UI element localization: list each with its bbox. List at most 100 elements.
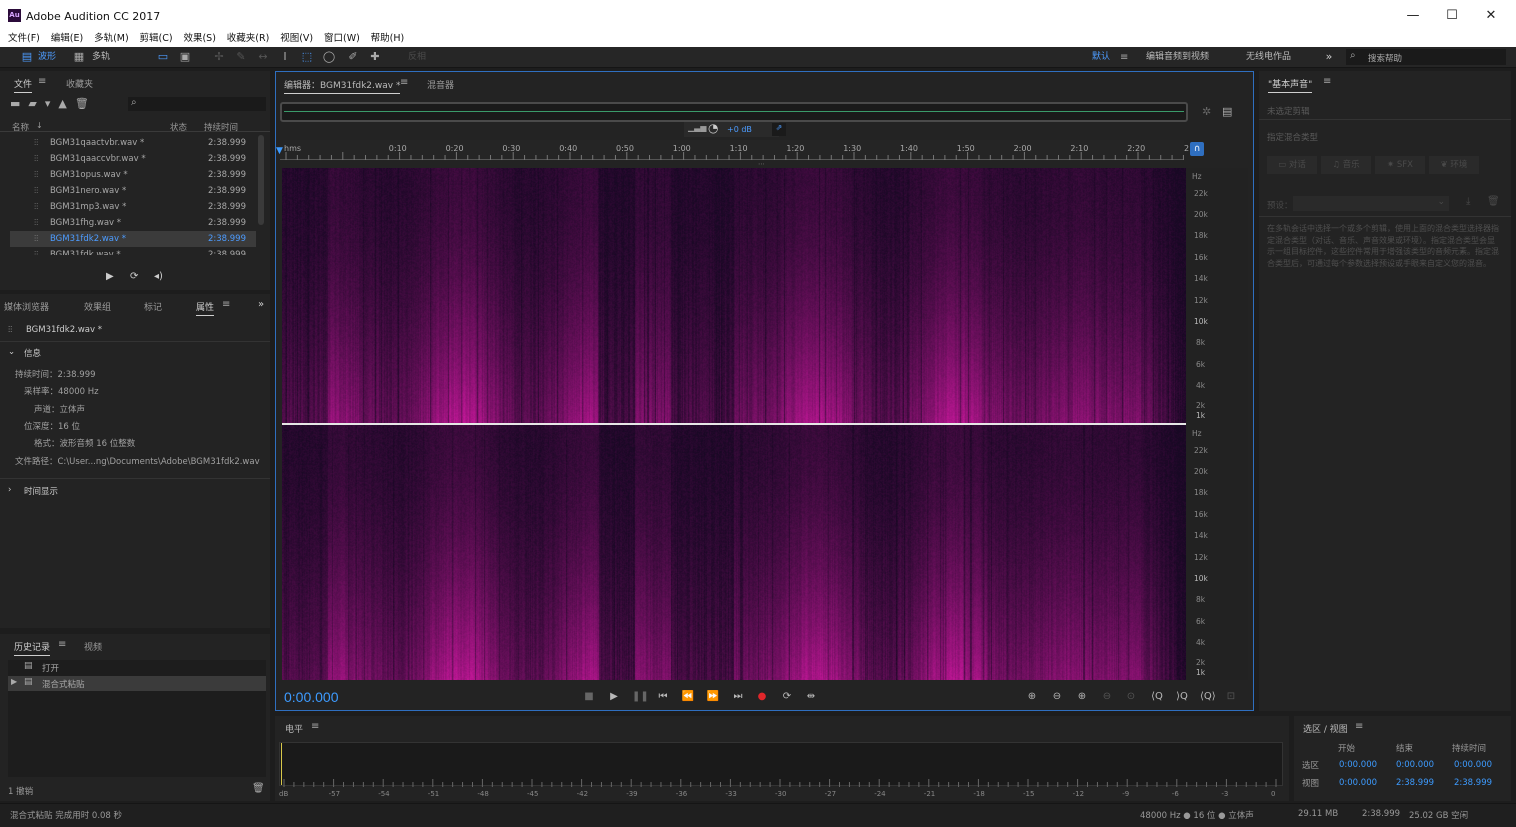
lasso-tool-icon[interactable]: ◯ (322, 50, 336, 64)
maximize-button[interactable]: ☐ (1437, 6, 1467, 26)
timeline-ruler[interactable]: hms 0:10 0:20 0:30 0:40 0:50 1:00 1:10 1:20 1:30 1… (280, 140, 1514, 160)
history-item-selected[interactable]: ▶ ▤ 混合式粘贴 (8, 676, 266, 691)
import-icon[interactable]: ▰ (28, 97, 44, 110)
menu-effects[interactable]: 效果(S) (183, 32, 215, 46)
file-list-scrollbar[interactable] (258, 135, 264, 225)
type-sfx-button[interactable]: ✷ SFX (1375, 156, 1425, 174)
zoom-settings-icon[interactable]: ✲ (1202, 105, 1211, 118)
selection-start[interactable]: 0:00.000 (1339, 760, 1377, 770)
view-duration[interactable]: 2:38.999 (1454, 778, 1492, 788)
file-row[interactable]: ⫶⫶ BGM31nero.wav * 2:38.999 (10, 183, 256, 199)
tab-files[interactable]: 文件 (14, 77, 33, 93)
properties-menu-icon[interactable]: ≡ (222, 299, 230, 310)
history-menu-icon[interactable]: ≡ (58, 639, 66, 650)
essential-sound-menu-icon[interactable]: ≡ (1323, 76, 1331, 87)
rewind-icon[interactable]: ⏪ (681, 690, 695, 704)
tab-favorites[interactable]: 收藏夹 (66, 77, 93, 90)
files-search-input[interactable]: ⌕ (128, 97, 266, 111)
levels-menu-icon[interactable]: ≡ (311, 721, 319, 732)
razor-tool-icon[interactable]: ✎ (234, 50, 248, 64)
zoom-out-time-icon[interactable]: ⊖ (1100, 690, 1114, 704)
files-menu-icon[interactable]: ≡ (38, 76, 46, 87)
go-to-start-icon[interactable]: ⏮ (656, 690, 670, 704)
spot-healing-tool-icon[interactable]: ✚ (368, 50, 382, 64)
insert-icon[interactable]: ▾ (45, 97, 59, 110)
tab-markers[interactable]: 标记 (144, 300, 162, 313)
waveform-mode-button[interactable]: 波形 (38, 50, 56, 65)
record-icon[interactable]: ● (755, 690, 769, 704)
play-icon[interactable]: ▶ (607, 690, 621, 704)
skip-selection-icon[interactable]: ⇹ (804, 690, 818, 704)
workspace-menu-icon[interactable]: ≡ (1120, 52, 1128, 63)
zoom-out-amplitude-icon[interactable]: ⊖ (1050, 690, 1064, 704)
history-item[interactable]: 打开 (42, 662, 59, 674)
zoom-reset-icon[interactable]: ⊡ (1224, 690, 1238, 704)
tab-editor[interactable]: 编辑器：BGM31fdk2.wav * (284, 78, 401, 94)
gain-value[interactable]: +0 dB (727, 125, 752, 134)
file-row[interactable]: ⫶⫶ BGM31qaaccvbr.wav * 2:38.999 (10, 151, 256, 167)
search-help-field[interactable]: ⌕ 搜索帮助 (1346, 49, 1506, 65)
new-file-icon[interactable]: ▲ (58, 97, 74, 110)
brush-tool-icon[interactable]: ✐ (346, 50, 360, 64)
delete-preset-icon[interactable]: 🗑 (1487, 196, 1500, 207)
preview-volume-icon[interactable]: ◂) (154, 271, 163, 282)
more-workspaces-icon[interactable]: » (1322, 50, 1336, 64)
open-folder-icon[interactable]: ▬ (10, 97, 28, 110)
file-row-selected[interactable]: ⫶⫶ BGM31fdk2.wav * 2:38.999 (10, 231, 256, 247)
editor-menu-icon[interactable]: ≡ (400, 77, 408, 88)
loop-playback-icon[interactable]: ⟳ (780, 690, 794, 704)
file-row[interactable]: ⫶⫶ BGM31opus.wav * 2:38.999 (10, 167, 256, 183)
chevron-down-icon[interactable]: ⌄ (8, 347, 15, 357)
chevron-right-icon[interactable]: › (8, 485, 11, 495)
pause-icon[interactable]: ❚❚ (632, 690, 649, 704)
marquee-tool-icon[interactable]: ⬚ (300, 50, 314, 64)
selection-duration[interactable]: 0:00.000 (1454, 760, 1492, 770)
more-panels-icon[interactable]: » (258, 299, 264, 310)
zoom-in-point-icon[interactable]: ⟨Q (1150, 690, 1164, 704)
volume-knob-icon[interactable]: ◔ (708, 121, 718, 135)
zoom-out-point-icon[interactable]: ⟩Q (1175, 690, 1189, 704)
workspace-video-edit[interactable]: 编辑音频到视频 (1146, 50, 1209, 65)
snap-icon[interactable]: ∩ (1190, 142, 1204, 156)
tab-properties[interactable]: 属性 (196, 300, 215, 316)
file-row[interactable]: ⫶⫶ BGM31fhg.wav * 2:38.999 (10, 215, 256, 231)
time-display-section[interactable]: 时间显示 (24, 485, 58, 497)
trash-icon[interactable]: 🗑 (252, 783, 265, 794)
menu-help[interactable]: 帮助(H) (371, 32, 405, 46)
multitrack-mode-button[interactable]: 多轨 (92, 50, 110, 65)
move-tool-icon[interactable]: ✢ (212, 50, 226, 64)
menu-edit[interactable]: 编辑(E) (51, 32, 83, 46)
delete-file-icon[interactable]: 🗑 (75, 97, 97, 110)
menu-multitrack[interactable]: 多轨(M) (94, 32, 129, 46)
tab-history[interactable]: 历史记录 (14, 640, 51, 656)
menu-favorites[interactable]: 收藏夹(R) (227, 32, 270, 46)
preset-dropdown[interactable]: ⌄ (1293, 196, 1449, 211)
file-row[interactable]: ⫶⫶ BGM31fdk.wav * 2:38.999 (10, 247, 256, 255)
overview-bar[interactable] (280, 102, 1188, 122)
workspace-default[interactable]: 默认 (1092, 50, 1110, 65)
playhead-marker-icon[interactable]: ▼ (276, 146, 283, 156)
menu-file[interactable]: 文件(F) (8, 32, 40, 46)
fast-forward-icon[interactable]: ⏩ (706, 690, 720, 704)
selection-menu-icon[interactable]: ≡ (1355, 721, 1363, 732)
left-channel-spectrogram[interactable] (282, 168, 1186, 423)
tab-media-browser[interactable]: 媒体浏览器 (4, 300, 49, 313)
info-section-header[interactable]: 信息 (24, 347, 41, 359)
current-time-display[interactable]: 0:00.000 (284, 689, 339, 705)
menu-clip[interactable]: 剪辑(C) (140, 32, 173, 46)
workspace-radio[interactable]: 无线电作品 (1246, 50, 1291, 65)
close-button[interactable]: ✕ (1476, 6, 1506, 26)
type-ambience-button[interactable]: ❦ 环境 (1429, 156, 1479, 174)
preview-loop-icon[interactable]: ⟳ (130, 271, 138, 282)
zoom-selection-icon[interactable]: ⊙ (1124, 690, 1138, 704)
selection-end[interactable]: 0:00.000 (1396, 760, 1434, 770)
pin-icon[interactable]: ⇗ (772, 123, 786, 136)
stop-icon[interactable]: ■ (582, 690, 596, 704)
spectral-display-icon[interactable]: ▣ (178, 50, 192, 64)
view-end[interactable]: 2:38.999 (1396, 778, 1434, 788)
right-channel-spectrogram[interactable] (282, 425, 1186, 680)
file-row[interactable]: ⫶⫶ BGM31mp3.wav * 2:38.999 (10, 199, 256, 215)
type-music-button[interactable]: ♫ 音乐 (1321, 156, 1371, 174)
zoom-in-time-icon[interactable]: ⊕ (1075, 690, 1089, 704)
time-selection-tool-icon[interactable]: I (278, 50, 292, 64)
